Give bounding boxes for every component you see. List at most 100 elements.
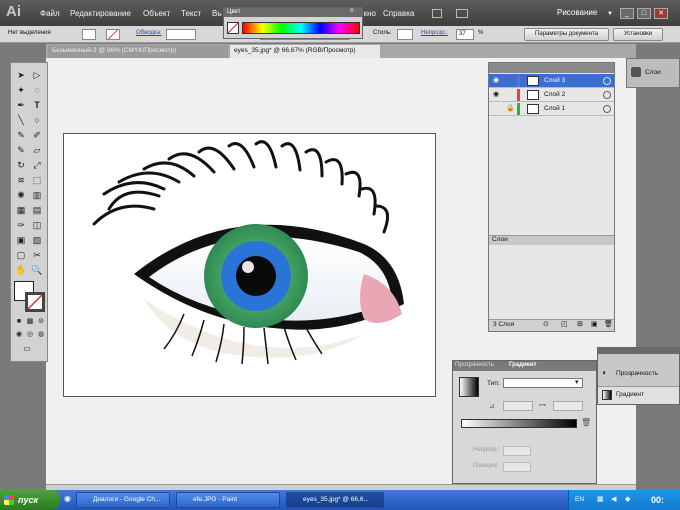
opacity-field[interactable]: 37 — [456, 29, 474, 40]
color-none-swatch[interactable] — [227, 22, 239, 34]
hand-tool-icon[interactable]: ✋ — [15, 264, 27, 276]
menu-help[interactable]: Справка — [383, 9, 414, 18]
gradient-preview[interactable] — [459, 377, 479, 397]
target-icon[interactable] — [603, 105, 611, 113]
pencil-tool-icon[interactable]: ✐ — [31, 129, 43, 141]
live-paint-tool-icon[interactable]: ▣ — [15, 234, 27, 246]
column-graph-tool-icon[interactable]: ▥ — [31, 189, 43, 201]
chevron-down-icon[interactable]: ▾ — [575, 378, 579, 386]
artboard-tool-icon[interactable]: ▢ — [15, 249, 27, 261]
tab-untitled[interactable]: Безымянный-3 @ 96% (CMYK/Просмотр) — [48, 45, 228, 58]
symbol-sprayer-tool-icon[interactable]: ✺ — [15, 189, 27, 201]
aspect-ratio-icon[interactable]: ⊶ — [539, 401, 546, 409]
gradient-opacity-field[interactable] — [503, 446, 531, 456]
layer-row[interactable]: 🔒 Слой 1 — [489, 102, 614, 116]
eyedropper-tool-icon[interactable]: ✑ — [15, 219, 27, 231]
gradient-type-select[interactable] — [503, 378, 583, 388]
new-layer-icon[interactable]: ▣ — [591, 320, 598, 328]
eye-visibility-icon[interactable]: ◉ — [493, 90, 499, 98]
gradient-dock-item[interactable]: Градиент — [616, 391, 644, 398]
maximize-button[interactable]: □ — [637, 8, 651, 19]
gradient-tool-icon[interactable]: ▤ — [31, 204, 43, 216]
screen-mode-icon[interactable]: ▭ — [21, 343, 33, 355]
warp-tool-icon[interactable]: ≋ — [15, 174, 27, 186]
gradient-slider[interactable] — [461, 419, 577, 428]
angle-field[interactable] — [503, 401, 533, 411]
make-clipping-mask-icon[interactable]: ◰ — [561, 320, 568, 328]
slice-tool-icon[interactable]: ✂ — [31, 249, 43, 261]
arrange-docs-icon[interactable] — [456, 9, 468, 18]
menu-select[interactable]: Выделение — [212, 9, 222, 18]
transparency-dock-item[interactable]: Прозрачность — [616, 370, 658, 377]
eraser-tool-icon[interactable]: ▱ — [31, 144, 43, 156]
magic-wand-tool-icon[interactable]: ✦ — [15, 84, 27, 96]
network-icon[interactable]: ▦ — [597, 495, 604, 503]
tab-eyes[interactable]: eyes_35.jpg* @ 66,67% (RGB/Просмотр) — [230, 45, 380, 58]
locate-object-icon[interactable]: ⊙ — [543, 320, 549, 328]
paintbrush-tool-icon[interactable]: ✎ — [15, 129, 27, 141]
direct-selection-tool-icon[interactable]: ▷ — [31, 69, 43, 81]
mesh-tool-icon[interactable]: ▦ — [15, 204, 27, 216]
selection-tool-icon[interactable]: ➤ — [15, 69, 27, 81]
color-spectrum[interactable] — [242, 22, 360, 34]
layers-dock-icon[interactable] — [631, 67, 641, 77]
delete-stop-icon[interactable]: 🗑 — [581, 418, 591, 427]
stroke-weight-field[interactable] — [166, 29, 196, 40]
stroke-color-swatch[interactable] — [25, 292, 45, 312]
layer-row[interactable]: ◉ Слой 3 — [489, 74, 614, 88]
line-tool-icon[interactable]: ╲ — [15, 114, 27, 126]
menu-file[interactable]: Файл — [40, 9, 60, 18]
rotate-tool-icon[interactable]: ↻ — [15, 159, 27, 171]
menu-window[interactable]: Окно — [364, 9, 376, 18]
free-transform-tool-icon[interactable]: ⬚ — [31, 174, 43, 186]
scale-tool-icon[interactable]: ⤢ — [31, 159, 43, 171]
ellipse-tool-icon[interactable]: ○ — [31, 114, 43, 126]
none-mode-icon[interactable]: ⊘ — [35, 316, 47, 328]
opacity-label[interactable]: Непрозр.: — [421, 30, 448, 36]
layers-dock-label[interactable]: Слои — [645, 69, 661, 76]
artboard[interactable] — [63, 133, 436, 397]
draw-inside-icon[interactable]: ◍ — [35, 329, 47, 341]
tab-transparency[interactable]: Прозрачность — [455, 362, 494, 368]
blend-tool-icon[interactable]: ◫ — [31, 219, 43, 231]
target-icon[interactable] — [603, 91, 611, 99]
panel-menu-icon[interactable]: ≡ — [350, 8, 354, 14]
preferences-button[interactable]: Установки — [613, 28, 663, 41]
task-paint[interactable]: efe.JPG - Paint — [176, 492, 280, 508]
task-illustrator[interactable]: eyes_35.jpg* @ 66,6... — [286, 492, 384, 508]
chevron-down-icon[interactable]: ▼ — [607, 11, 613, 17]
live-paint-selection-icon[interactable]: ▧ — [31, 234, 43, 246]
transparency-icon[interactable]: ◑ — [601, 368, 606, 377]
layer-row[interactable]: ◉ Слой 2 — [489, 88, 614, 102]
new-sublayer-icon[interactable]: ⊞ — [577, 320, 583, 328]
lock-icon[interactable]: 🔒 — [506, 104, 515, 112]
blob-brush-tool-icon[interactable]: ✎ — [15, 144, 27, 156]
gradient-position-field[interactable] — [503, 462, 531, 472]
layers-tab[interactable]: Слои — [492, 236, 508, 243]
workspace-switcher[interactable]: Рисование — [557, 8, 597, 17]
target-icon[interactable] — [603, 77, 611, 85]
document-settings-button[interactable]: Параметры документа — [524, 28, 609, 41]
tab-gradient[interactable]: Градиент — [509, 362, 537, 368]
stroke-gradient-icon[interactable]: ⊿ — [489, 402, 495, 410]
style-swatch[interactable] — [397, 29, 413, 40]
stroke-swatch[interactable] — [106, 29, 120, 40]
menu-text[interactable]: Текст — [181, 9, 201, 18]
delete-layer-icon[interactable]: 🗑 — [604, 320, 613, 328]
quicklaunch-icon[interactable]: ◉ — [64, 494, 71, 503]
start-button[interactable]: пуск — [0, 490, 60, 510]
task-chrome[interactable]: Диалоги - Google Ch... — [76, 492, 170, 508]
zoom-tool-icon[interactable]: 🔍 — [31, 264, 43, 276]
eye-visibility-icon[interactable]: ◉ — [493, 76, 499, 84]
menu-edit[interactable]: Редактирование — [70, 9, 131, 18]
fill-swatch[interactable] — [82, 29, 96, 40]
bridge-icon[interactable] — [432, 9, 442, 18]
language-indicator[interactable]: EN — [575, 496, 584, 503]
lasso-tool-icon[interactable]: ◌ — [31, 84, 43, 96]
close-button[interactable]: ✕ — [654, 8, 668, 19]
volume-icon[interactable]: ◀ — [611, 495, 616, 503]
stroke-label[interactable]: Обводка: — [136, 30, 162, 36]
menu-object[interactable]: Объект — [143, 9, 170, 18]
type-tool-icon[interactable]: T — [31, 99, 43, 111]
pen-tool-icon[interactable]: ✒ — [15, 99, 27, 111]
